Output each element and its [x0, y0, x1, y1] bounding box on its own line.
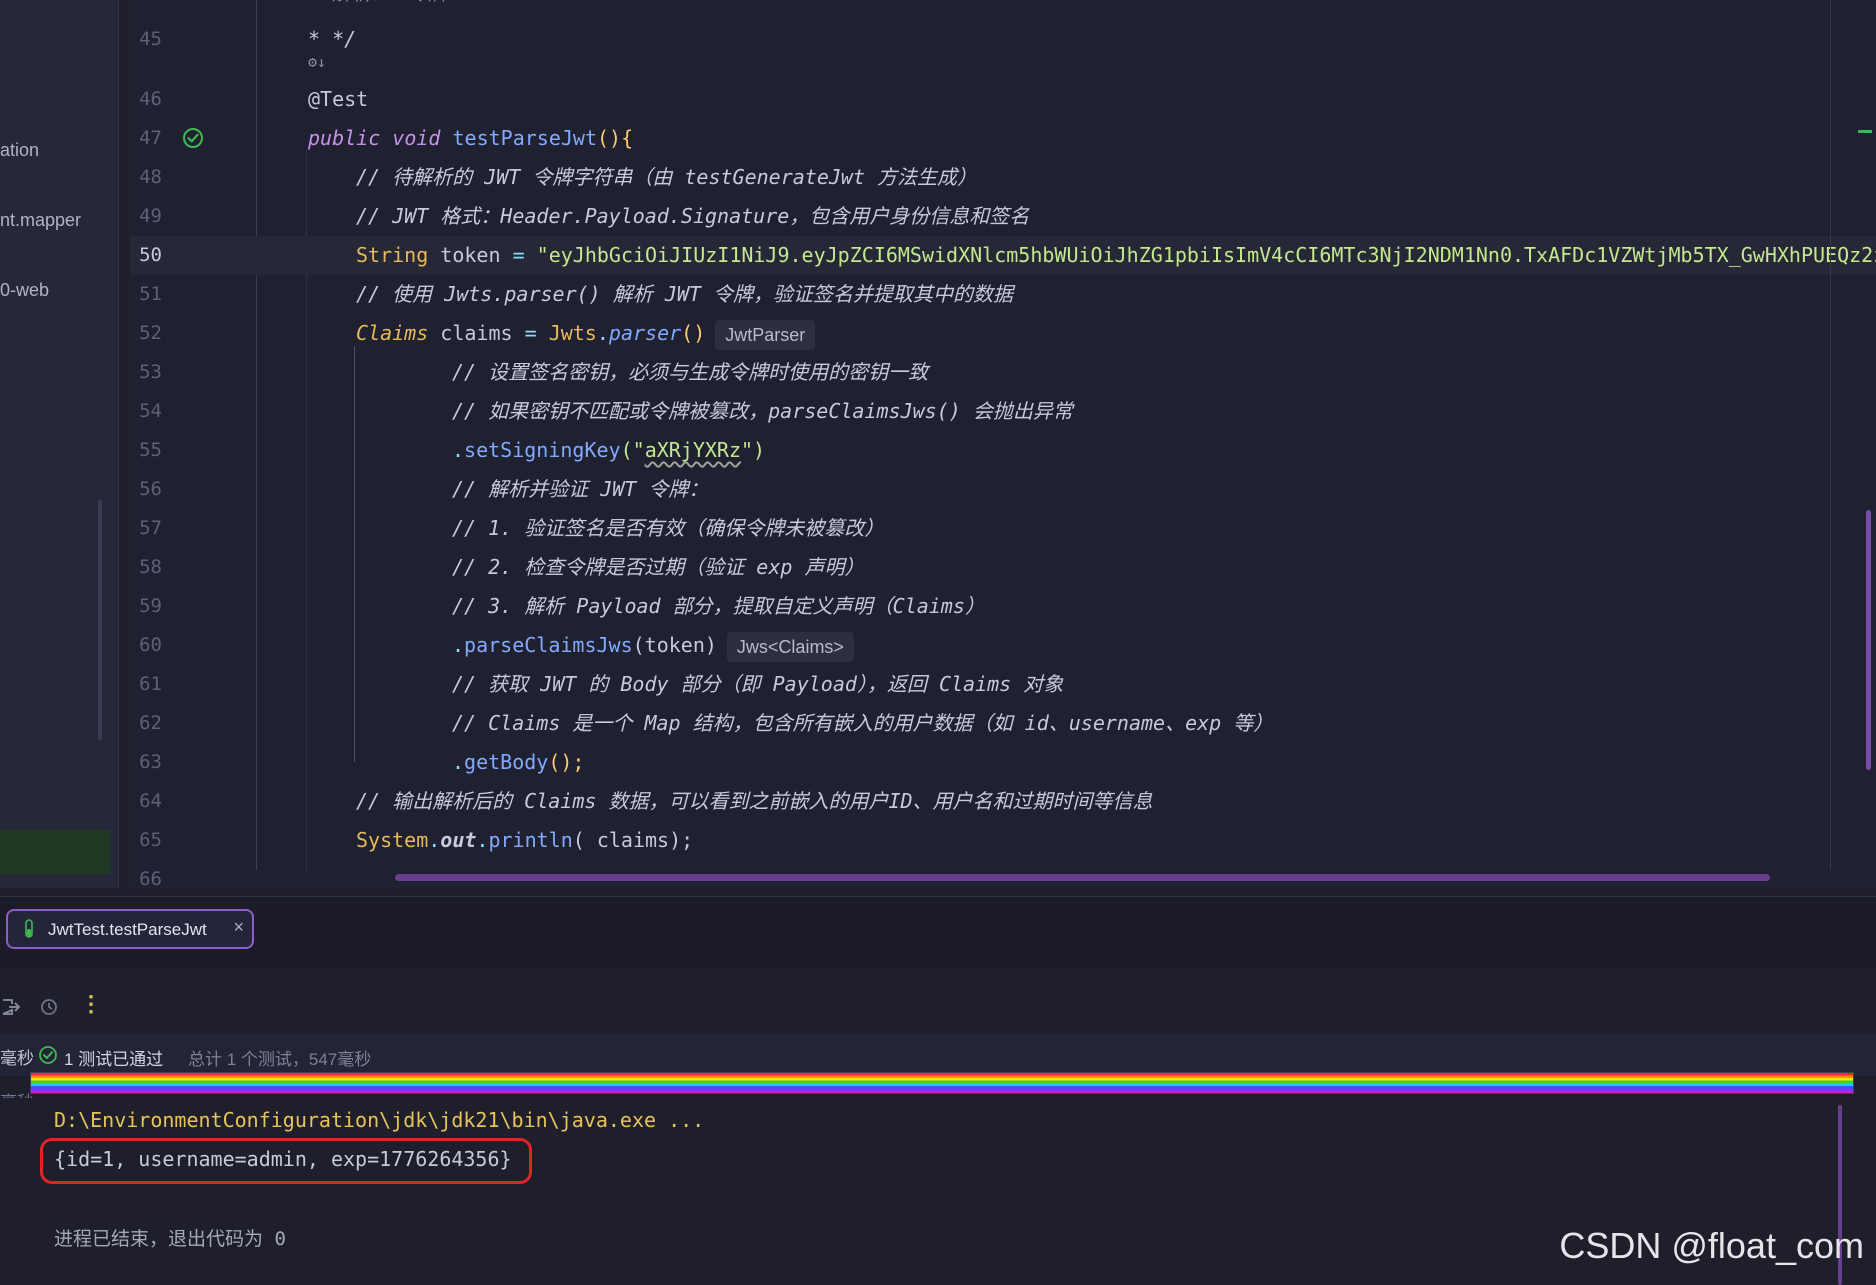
horizontal-scrollbar[interactable]	[395, 874, 1770, 881]
code-line: 63 .getBody();	[130, 743, 1876, 782]
line-number: 65	[139, 829, 162, 851]
line-number: 50	[139, 244, 162, 266]
author-icon[interactable]: ⚙↓	[308, 52, 326, 72]
line-number: 59	[139, 595, 162, 617]
code-line: 52 Claims claims = Jwts.parser() JwtParse…	[130, 314, 1876, 353]
comment: // 1. 验证签名是否有效（确保令牌未被篡改）	[452, 516, 885, 540]
annotation: @Test	[308, 87, 369, 111]
code-line: 57 // 1. 验证签名是否有效（确保令牌未被篡改）	[130, 509, 1876, 548]
tests-total-text: 总计 1 个测试，547毫秒	[188, 1050, 372, 1069]
line-number: 60	[139, 634, 162, 656]
comment: // 输出解析后的 Claims 数据，可以看到之前嵌入的用户ID、用户名和过期…	[356, 789, 1153, 813]
code-editor[interactable]: * 解析JWT令牌 45 * */ ⚙↓ 46 @Test 47 public …	[130, 0, 1876, 888]
code-line: 65 System.out.println( claims);	[130, 821, 1876, 860]
line-number: 58	[139, 556, 162, 578]
line-number: 53	[139, 361, 162, 383]
tests-passed-text: 1 测试已通过	[64, 1050, 164, 1069]
println-call: System.out.println( claims);	[356, 828, 694, 852]
sidebar-item[interactable]: ation	[0, 140, 39, 161]
highlight-annotation	[40, 1138, 532, 1184]
code-line: 49 // JWT 格式：Header.Payload.Signature，包含…	[130, 197, 1876, 236]
comment: // 获取 JWT 的 Body 部分（即 Payload），返回 Claims…	[452, 672, 1064, 696]
claims-declaration: Claims claims = Jwts.parser() JwtParser	[356, 314, 816, 353]
console-exit-message: 进程已结束，退出代码为 0	[54, 1228, 286, 1250]
get-body-call: .getBody();	[452, 750, 585, 774]
code-line: 60 .parseClaimsJws(token) Jws<Claims>	[130, 626, 1876, 665]
method-declaration: public void testParseJwt(){	[308, 126, 634, 150]
comment: // 使用 Jwts.parser() 解析 JWT 令牌，验证签名并提取其中的…	[356, 282, 1013, 306]
comment: // 如果密钥不匹配或令牌被篡改，parseClaimsJws() 会抛出异常	[452, 399, 1073, 423]
code-line: 61 // 获取 JWT 的 Body 部分（即 Payload），返回 Cla…	[130, 665, 1876, 704]
set-signing-key-call: .setSigningKey("aXRjYXRz")	[452, 438, 766, 462]
author-hint-row: ⚙↓	[130, 52, 1876, 72]
change-marker	[1858, 130, 1872, 133]
comment: // 待解析的 JWT 令牌字符串（由 testGenerateJwt 方法生成…	[356, 165, 978, 189]
line-number: 56	[139, 478, 162, 500]
code-line: 64 // 输出解析后的 Claims 数据，可以看到之前嵌入的用户ID、用户名…	[130, 782, 1876, 821]
line-number: 64	[139, 790, 162, 812]
comment: // JWT 格式：Header.Payload.Signature，包含用户身…	[356, 204, 1030, 228]
vertical-scrollbar[interactable]	[1866, 510, 1871, 770]
project-sidebar: ation nt.mapper 0-web	[0, 0, 119, 888]
line-number: 49	[139, 205, 162, 227]
line-number: 48	[139, 166, 162, 188]
sidebar-item[interactable]: 0-web	[0, 280, 49, 301]
close-icon[interactable]: ×	[233, 917, 244, 938]
test-tube-icon	[25, 919, 33, 938]
code-line: 54 // 如果密钥不匹配或令牌被篡改，parseClaimsJws() 会抛出…	[130, 392, 1876, 431]
code-line: 51 // 使用 Jwts.parser() 解析 JWT 令牌，验证签名并提取…	[130, 275, 1876, 314]
line-number: 57	[139, 517, 162, 539]
comment: // 解析并验证 JWT 令牌：	[452, 477, 709, 501]
comment: // 设置签名密钥，必须与生成令牌时使用的密钥一致	[452, 360, 929, 384]
inlay-type-hint: Jws<Claims>	[726, 631, 854, 662]
more-options-icon[interactable]: ⋮	[80, 992, 102, 1017]
parse-claims-call: .parseClaimsJws(token) Jws<Claims>	[452, 626, 854, 665]
test-status-bar: 毫秒 1 测试已通过 总计 1 个测试，547毫秒	[0, 1034, 1876, 1076]
line-number: 66	[139, 868, 162, 888]
code-line: 55 .setSigningKey("aXRjYXRz")	[130, 431, 1876, 470]
duration-label: 毫秒	[0, 1049, 34, 1068]
code-line: 62 // Claims 是一个 Map 结构，包含所有嵌入的用户数据（如 id…	[130, 704, 1876, 743]
comment: // Claims 是一个 Map 结构，包含所有嵌入的用户数据（如 id、us…	[452, 711, 1274, 735]
sidebar-selection	[0, 830, 110, 874]
comment: // 3. 解析 Payload 部分，提取自定义声明（Claims）	[452, 594, 985, 618]
code-line: * 解析JWT令牌	[130, 0, 1876, 13]
line-number: 46	[139, 88, 162, 110]
line-number: 52	[139, 322, 162, 344]
sidebar-scrollbar[interactable]	[98, 500, 102, 740]
right-margin-guide	[1830, 0, 1831, 870]
code-line: 59 // 3. 解析 Payload 部分，提取自定义声明（Claims）	[130, 587, 1876, 626]
run-panel-header: JwtTest.testParseJwt ×	[0, 896, 1876, 969]
line-number: 55	[139, 439, 162, 461]
history-icon[interactable]	[38, 996, 60, 1018]
line-number: 51	[139, 283, 162, 305]
sidebar-item[interactable]: nt.mapper	[0, 210, 81, 231]
comment: // 2. 检查令牌是否过期（验证 exp 声明）	[452, 555, 865, 579]
tab-run-jwttest[interactable]: JwtTest.testParseJwt ×	[6, 909, 254, 949]
tab-label: JwtTest.testParseJwt	[48, 920, 207, 939]
exit-icon[interactable]	[0, 996, 22, 1018]
test-passed-icon	[39, 1046, 57, 1064]
code-line: 53 // 设置签名密钥，必须与生成令牌时使用的密钥一致	[130, 353, 1876, 392]
inlay-type-hint: JwtParser	[715, 319, 816, 350]
code-line: 48 // 待解析的 JWT 令牌字符串（由 testGenerateJwt 方…	[130, 158, 1876, 197]
code-line-current: 50 String token = "eyJhbGciOiJIUzI1NiJ9.…	[130, 236, 1876, 275]
code-line: 46 @Test	[130, 80, 1876, 119]
line-number: 54	[139, 400, 162, 422]
test-progress-bar	[30, 1072, 1854, 1094]
watermark: CSDN @float_com	[1559, 1225, 1864, 1266]
code-line: 47 public void testParseJwt(){	[130, 119, 1876, 158]
console-command: D:\EnvironmentConfiguration\jdk\jdk21\bi…	[54, 1108, 705, 1132]
test-passed-icon[interactable]	[182, 127, 204, 149]
token-declaration: String token = "eyJhbGciOiJIUzI1NiJ9.eyJ…	[356, 243, 1876, 267]
line-number: 62	[139, 712, 162, 734]
run-toolbar: ⋮	[0, 984, 1876, 1034]
code-line: 56 // 解析并验证 JWT 令牌：	[130, 470, 1876, 509]
line-number: 63	[139, 751, 162, 773]
line-number: 47	[139, 127, 162, 149]
line-number: 61	[139, 673, 162, 695]
code-line: 58 // 2. 检查令牌是否过期（验证 exp 声明）	[130, 548, 1876, 587]
